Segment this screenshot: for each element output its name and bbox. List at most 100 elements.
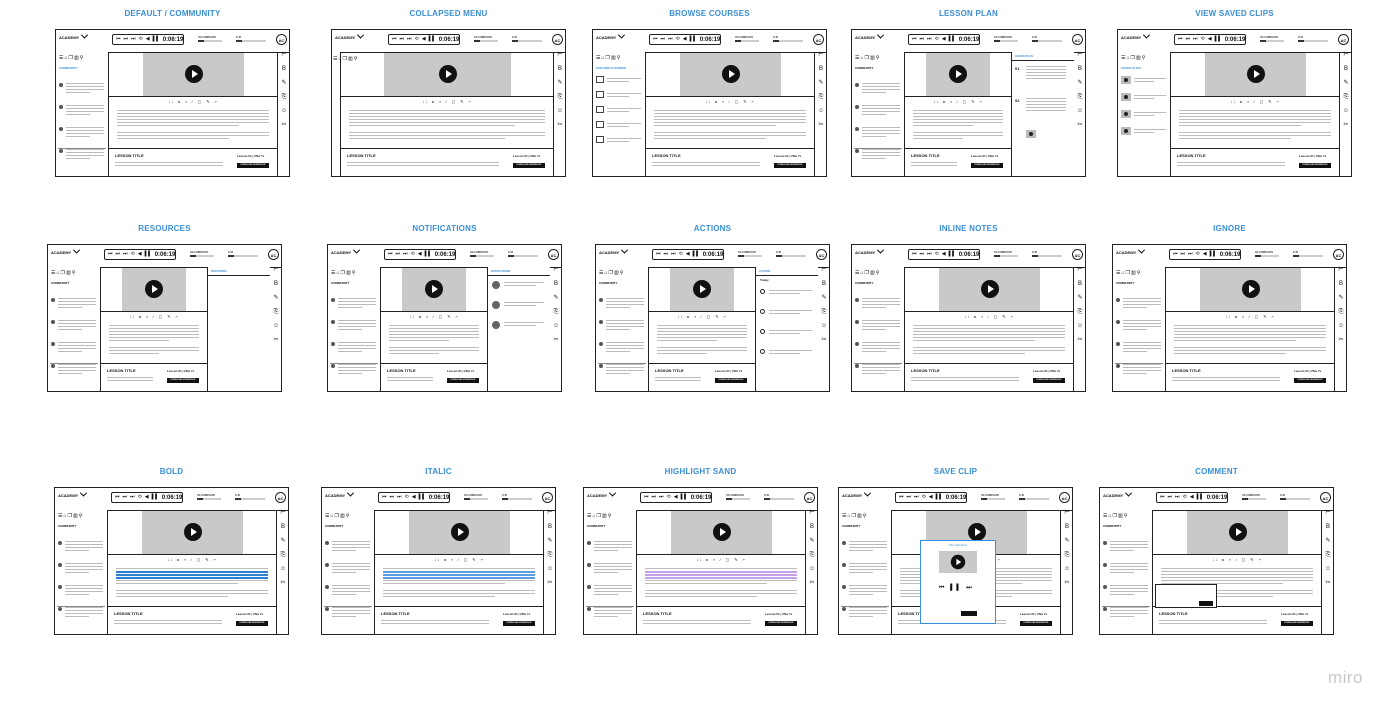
ignore-icon[interactable]: ⊢	[279, 52, 289, 66]
highlight-icon[interactable]: ✎	[545, 538, 555, 552]
video-player[interactable]	[122, 267, 186, 311]
note-icon[interactable]: ⎘	[1341, 94, 1351, 108]
sidebar-icons[interactable]: ☰⌂❐▥⚲	[331, 270, 356, 276]
highlight-icon[interactable]: ✎	[1062, 538, 1072, 552]
clip-icon[interactable]: ✂	[819, 337, 829, 351]
next-icon[interactable]: ⏭	[124, 37, 129, 42]
note-icon[interactable]: ⎘	[545, 552, 555, 566]
prev-icon[interactable]: ⏮	[115, 495, 120, 500]
note-icon[interactable]: ⎘	[1336, 309, 1346, 323]
media-player[interactable]: ⏮ ⏭ ⏭ ⟲ ◀ ▌▌ 0:06:19	[1169, 249, 1241, 260]
tool-rail[interactable]: ⊢ B ✎ ⎘ ☺ ✂	[1323, 510, 1333, 594]
avatar[interactable]: AC	[816, 249, 827, 260]
next-icon[interactable]: ⏭	[1181, 252, 1186, 257]
community-post[interactable]	[51, 363, 98, 377]
prev-icon[interactable]: ⏮	[653, 37, 658, 42]
prev-icon[interactable]: ⏮	[644, 495, 649, 500]
comment-icon[interactable]: ☺	[279, 108, 289, 122]
avatar[interactable]: AC	[542, 492, 553, 503]
bold-icon[interactable]: B	[1062, 524, 1072, 538]
comment-submit-button[interactable]	[1199, 601, 1213, 606]
bold-icon[interactable]: B	[1341, 66, 1351, 80]
play-icon[interactable]	[968, 523, 986, 541]
volume-icon[interactable]: ◀	[145, 495, 149, 500]
pause-icon[interactable]: ▌▌	[152, 495, 159, 500]
sidebar-icons[interactable]: ☰⌂❐▥⚲	[855, 55, 880, 61]
pause-icon[interactable]: ▌▌	[949, 37, 956, 42]
highlight-icon[interactable]: ✎	[1323, 538, 1333, 552]
community-post[interactable]	[855, 297, 902, 311]
prev-icon[interactable]: ⏮	[392, 37, 397, 42]
community-post[interactable]	[855, 341, 902, 355]
download-workbook-button[interactable]: DOWNLOAD WORKBOOK	[774, 163, 806, 168]
prev-icon[interactable]: ⏮	[388, 252, 393, 257]
bold-icon[interactable]: B	[279, 66, 289, 80]
tool-rail[interactable]: ⊢ B ✎ ⎘ ☺ ✂	[1341, 52, 1351, 136]
sidebar-icons[interactable]: ☰⌂❐▥⚲	[51, 270, 76, 276]
search-icon[interactable]: ⚲	[1137, 270, 1142, 276]
comment-icon[interactable]: ☺	[819, 323, 829, 337]
text-toolbar[interactable]: ⁞⁞ ▸ ▪ ⁄ ◻ ✎ ⌐	[1231, 99, 1281, 104]
tool-rail[interactable]: ⊢ B ✎ ⎘ ☺ ✂	[279, 52, 289, 136]
video-player[interactable]	[402, 267, 466, 311]
tool-rail[interactable]: ⊢ B ✎ ⎘ ☺ ✂	[1075, 52, 1085, 136]
next-icon[interactable]: ⏭	[123, 495, 128, 500]
community-post[interactable]	[59, 104, 106, 118]
download-workbook-button[interactable]: DOWNLOAD WORKBOOK	[236, 621, 268, 626]
sidebar-icons[interactable]: ☰⌂❐▥⚲	[596, 55, 621, 61]
video-player[interactable]	[409, 510, 510, 554]
video-player[interactable]	[1205, 52, 1306, 96]
replay-icon[interactable]: ⟲	[676, 37, 680, 42]
video-player[interactable]	[143, 52, 244, 96]
skip-icon[interactable]: ⏭	[914, 495, 919, 500]
play-icon[interactable]	[184, 523, 202, 541]
avatar[interactable]: AC	[1338, 34, 1349, 45]
note-icon[interactable]: ⎘	[551, 309, 561, 323]
download-workbook-button[interactable]: DOWNLOAD WORKBOOK	[971, 163, 1003, 168]
replay-icon[interactable]: ⟲	[411, 252, 415, 257]
community-post[interactable]	[1116, 363, 1163, 377]
play-icon[interactable]	[713, 523, 731, 541]
play-icon[interactable]	[722, 65, 740, 83]
volume-icon[interactable]: ◀	[412, 495, 416, 500]
bold-icon[interactable]: B	[1075, 66, 1085, 80]
bold-icon[interactable]: B	[819, 281, 829, 295]
tool-rail[interactable]: ⊢ B ✎ ⎘ ☺ ✂	[807, 510, 817, 594]
skip-icon[interactable]: ⏭	[123, 252, 128, 257]
comment-icon[interactable]: ☺	[1075, 323, 1085, 337]
volume-icon[interactable]: ◀	[683, 37, 687, 42]
tool-rail[interactable]: ⊢ B ✎ ⎘ ☺ ✂	[555, 52, 565, 136]
skip-icon[interactable]: ⏭	[1188, 252, 1193, 257]
bold-icon[interactable]: B	[278, 524, 288, 538]
academy-menu[interactable]: ACADEMY	[1103, 489, 1133, 498]
note-icon[interactable]: ⎘	[1062, 552, 1072, 566]
comment-icon[interactable]: ☺	[1323, 566, 1333, 580]
clip-icon[interactable]: ✂	[278, 580, 288, 594]
avatar[interactable]: AC	[813, 34, 824, 45]
community-post[interactable]	[587, 606, 634, 620]
note-icon[interactable]: ⎘	[279, 94, 289, 108]
prev-icon[interactable]: ⏮	[1173, 252, 1178, 257]
action-checkbox[interactable]	[760, 309, 765, 314]
comment-icon[interactable]: ☺	[816, 108, 826, 122]
pause-icon[interactable]: ▌▌	[690, 37, 697, 42]
ignore-icon[interactable]: ⊢	[1336, 267, 1346, 281]
video-player[interactable]	[671, 510, 772, 554]
replay-icon[interactable]: ⟲	[138, 495, 142, 500]
community-post[interactable]	[855, 126, 902, 140]
community-post[interactable]	[58, 584, 105, 598]
action-checkbox[interactable]	[760, 349, 765, 354]
skip-icon[interactable]: ⏭	[671, 252, 676, 257]
next-icon[interactable]: ⏭	[652, 495, 657, 500]
course-item[interactable]	[596, 121, 643, 131]
sidebar-icons[interactable]: ☰⌂❐▥⚲	[325, 513, 350, 519]
community-post[interactable]	[325, 606, 372, 620]
community-post[interactable]	[599, 319, 646, 333]
community-post[interactable]	[325, 584, 372, 598]
bold-icon[interactable]: B	[816, 66, 826, 80]
replay-icon[interactable]: ⟲	[935, 252, 939, 257]
replay-icon[interactable]: ⟲	[1183, 495, 1187, 500]
next-icon[interactable]: ⏭	[400, 37, 405, 42]
media-player[interactable]: ⏮ ⏭ ⏭ ⟲ ◀ ▌▌ 0:06:19	[378, 492, 450, 503]
ignore-icon[interactable]: ⊢	[1323, 510, 1333, 524]
